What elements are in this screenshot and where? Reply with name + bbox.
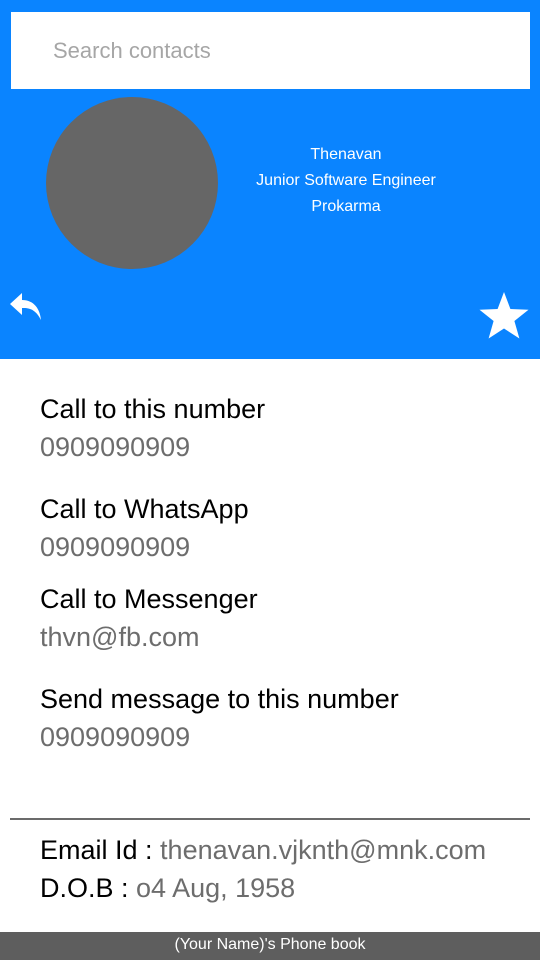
star-icon[interactable] [478, 291, 530, 341]
contact-header: Thenavan Junior Software Engineer Prokar… [0, 0, 540, 359]
dob-value: o4 Aug, 1958 [136, 873, 296, 903]
email-row: Email Id : thenavan.vjknth@mnk.com [40, 834, 486, 866]
email-label: Email Id : [40, 835, 161, 865]
send-message-value: 0909090909 [40, 722, 191, 752]
call-messenger-value: thvn@fb.com [40, 622, 200, 652]
call-number-label: Call to this number [40, 394, 266, 424]
footer-text: (Your Name)'s Phone book [174, 936, 366, 953]
avatar [46, 97, 218, 269]
call-whatsapp-label: Call to WhatsApp [40, 494, 249, 524]
call-whatsapp-action[interactable]: Call to WhatsApp 0909090909 [40, 493, 520, 563]
contact-company: Prokarma [311, 198, 381, 215]
send-message-action[interactable]: Send message to this number 0909090909 [40, 683, 520, 753]
search-input[interactable] [11, 12, 530, 89]
call-number-value: 0909090909 [40, 432, 191, 462]
call-whatsapp-value: 0909090909 [40, 532, 191, 562]
reply-arrow-icon[interactable] [8, 290, 44, 324]
dob-row: D.O.B : o4 Aug, 1958 [40, 872, 295, 904]
divider [10, 818, 530, 820]
dob-label: D.O.B : [40, 873, 137, 903]
call-messenger-action[interactable]: Call to Messenger thvn@fb.com [40, 583, 520, 653]
email-value: thenavan.vjknth@mnk.com [160, 835, 487, 865]
contact-job-title: Junior Software Engineer [256, 172, 436, 189]
footer-bar: (Your Name)'s Phone book [0, 932, 540, 960]
contact-name: Thenavan [310, 146, 382, 163]
profile-info: Thenavan Junior Software Engineer Prokar… [230, 142, 462, 220]
search-bar [11, 12, 530, 89]
call-number-action[interactable]: Call to this number 0909090909 [40, 393, 520, 463]
call-messenger-label: Call to Messenger [40, 584, 258, 614]
send-message-label: Send message to this number [40, 684, 399, 714]
